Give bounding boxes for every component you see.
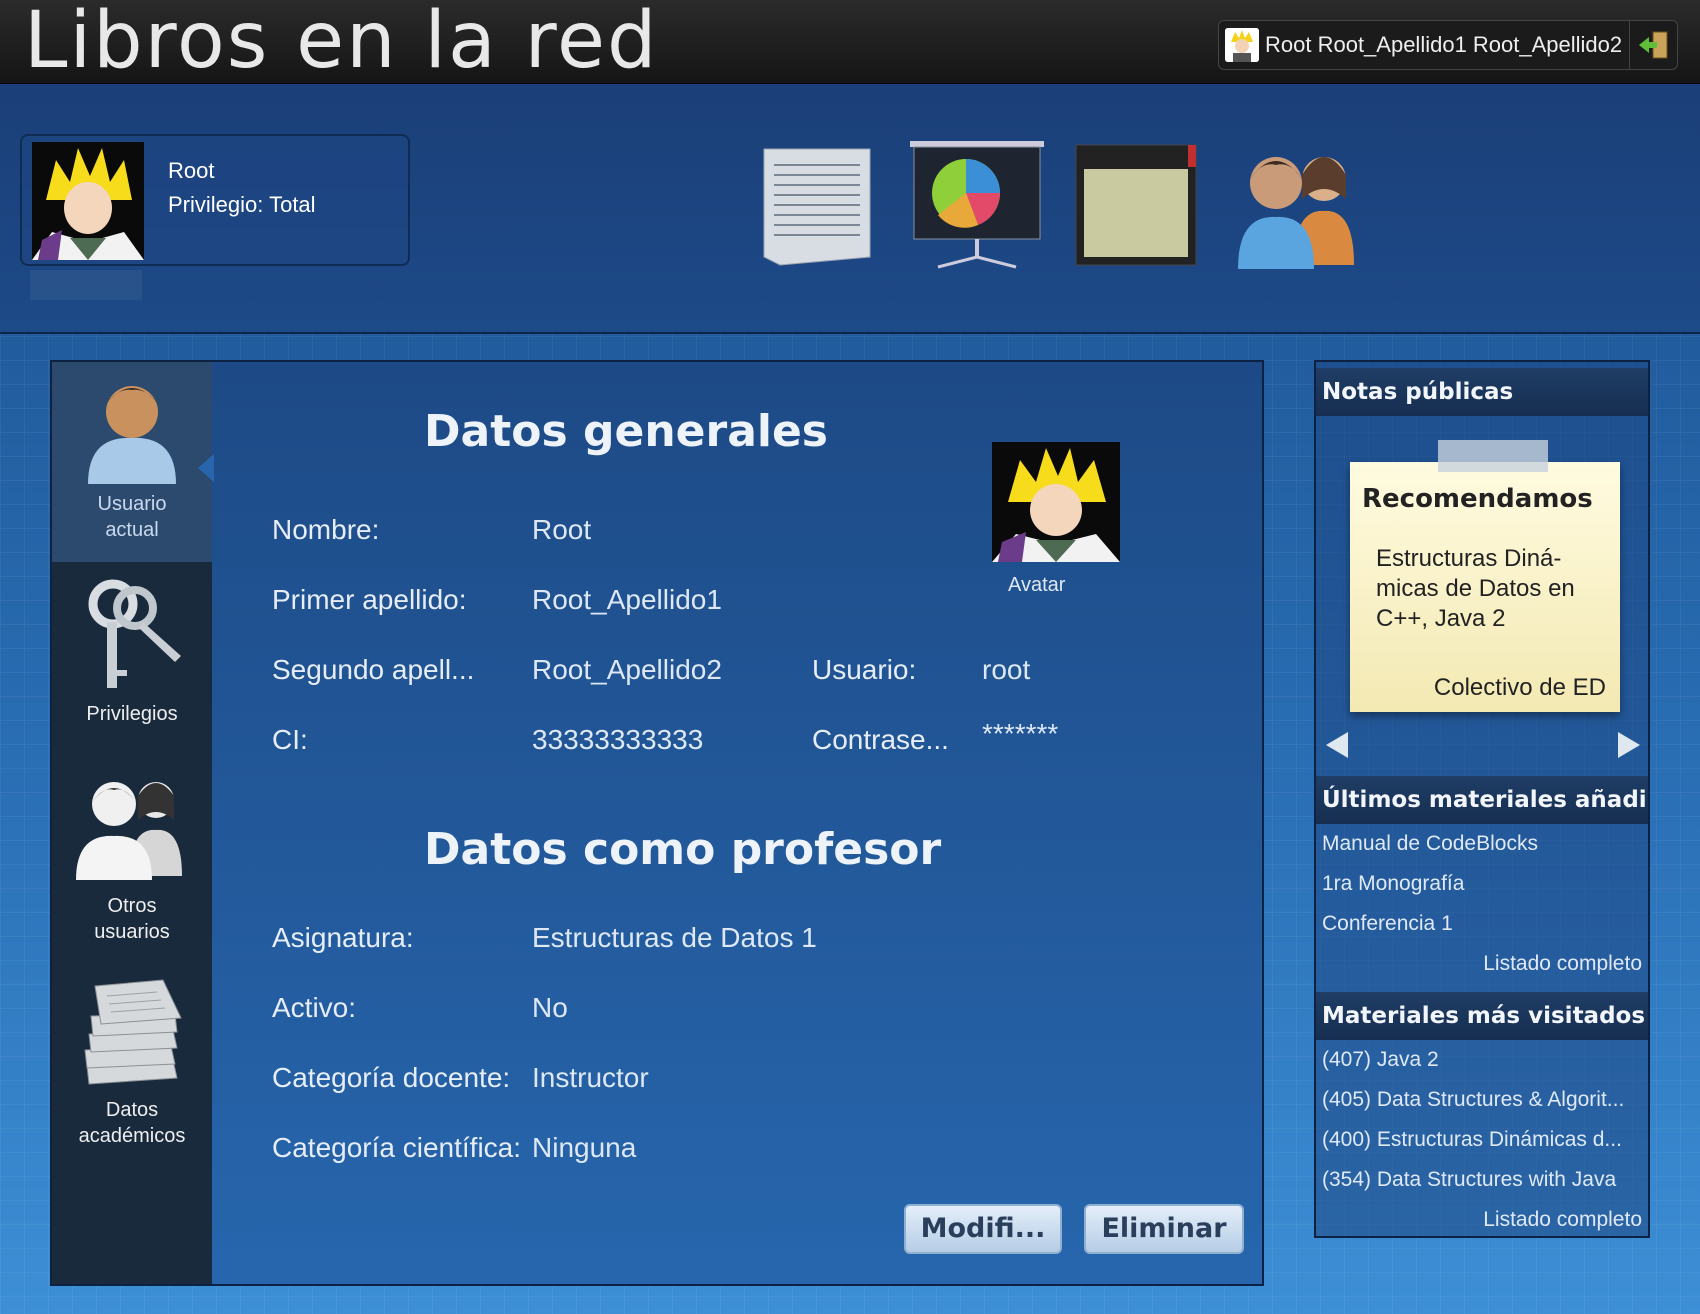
profile-name: Root — [168, 158, 215, 183]
usuario-value: root — [982, 654, 1031, 685]
apellido2-value: Root_Apellido2 — [532, 654, 722, 685]
cat-docente-value: Instructor — [532, 1062, 649, 1093]
keys-icon — [88, 579, 181, 688]
user-avatar-mini — [1225, 28, 1259, 62]
nav-documents[interactable] — [760, 139, 890, 269]
user-full-name: Root Root_Apellido1 Root_Apellido2 — [1265, 32, 1623, 57]
note-body: Estructuras Diná-micas de Datos en C++, … — [1376, 545, 1575, 632]
usuario-label: Usuario: — [812, 654, 917, 685]
delete-button[interactable]: Eliminar — [1084, 1204, 1244, 1254]
profile-avatar — [32, 142, 144, 260]
profile-card: Root Privilegio: Total — [20, 134, 410, 266]
sidebar-item-usuario-actual[interactable]: Usuario actual — [52, 362, 212, 562]
cat-cientifica-label: Categoría científica: — [272, 1132, 522, 1163]
visited-item[interactable]: (407) Java 2 — [1322, 1048, 1439, 1072]
papers-icon — [84, 979, 182, 1085]
top-bar: Libros en la red Root Root_Apellido1 Roo… — [0, 0, 1700, 86]
sidebar-item-otros-usuarios[interactable]: Otros usuarios — [52, 770, 212, 943]
document-icon — [763, 148, 871, 266]
sidebar-item-datos-academicos[interactable]: Datos académicos — [52, 976, 212, 1147]
arrow-left-icon — [1326, 732, 1348, 758]
avatar-image — [992, 442, 1120, 562]
main-panel: Usuario actual Privilegios Otros usuario… — [50, 360, 1264, 1286]
latest-item[interactable]: Conferencia 1 — [1322, 912, 1453, 936]
user-details: Datos generales Nombre: Root Primer apel… — [212, 362, 1262, 1284]
notes-heading: Notas públicas — [1316, 368, 1648, 416]
avatar-reflection — [30, 270, 142, 300]
notebook-icon — [1075, 144, 1197, 266]
users-icon — [1238, 157, 1354, 269]
visited-item[interactable]: (400) Estructuras Dinámicas d... — [1322, 1128, 1622, 1152]
nombre-value: Root — [532, 514, 592, 545]
sidebar-item-label: Otros usuarios — [94, 895, 170, 943]
apellido2-label: Segundo apell... — [272, 654, 475, 685]
current-user-box[interactable]: Root Root_Apellido1 Root_Apellido2 — [1218, 20, 1678, 70]
right-sidebar: Notas públicas Recomendamos Estructuras … — [1314, 360, 1650, 1238]
activo-label: Activo: — [272, 992, 357, 1023]
avatar-label: Avatar — [1008, 574, 1066, 596]
modify-button[interactable]: Modifi... — [904, 1204, 1062, 1254]
nav-users[interactable] — [1230, 139, 1366, 269]
password-label: Contrase... — [812, 724, 949, 755]
apellido1-value: Root_Apellido1 — [532, 584, 722, 615]
note-title: Recomendamos — [1362, 484, 1593, 514]
latest-heading: Últimos materiales añadi... — [1316, 776, 1648, 824]
public-note: Recomendamos Estructuras Diná-micas de D… — [1350, 440, 1620, 712]
latest-item[interactable]: 1ra Monografía — [1322, 872, 1464, 896]
password-value: ******* — [982, 718, 1059, 749]
activo-value: No — [532, 992, 568, 1023]
presentation-chart-icon — [910, 141, 1044, 269]
app-title: Libros en la red — [24, 0, 659, 86]
note-next-button[interactable] — [1614, 730, 1644, 760]
nombre-label: Nombre: — [272, 514, 380, 545]
section-heading-general: Datos generales — [424, 406, 828, 457]
ci-label: CI: — [272, 724, 308, 755]
logout-icon — [1638, 31, 1667, 59]
header-area: Root Privilegio: Total — [0, 84, 1700, 334]
cat-docente-label: Categoría docente: — [272, 1062, 511, 1093]
profile-privilege: Privilegio: Total — [168, 192, 316, 217]
logout-button[interactable] — [1629, 21, 1677, 69]
note-prev-button[interactable] — [1322, 730, 1352, 760]
asignatura-label: Asignatura: — [272, 922, 414, 953]
visited-full-list-link[interactable]: Listado completo — [1483, 1208, 1642, 1232]
visited-item[interactable]: (354) Data Structures with Java — [1322, 1168, 1616, 1192]
sidebar-item-label: Privilegios — [86, 703, 178, 725]
ci-value: 33333333333 — [532, 724, 704, 755]
cat-cientifica-value: Ninguna — [532, 1132, 637, 1163]
arrow-right-icon — [1618, 732, 1640, 758]
sidebar-item-label: Usuario actual — [97, 493, 167, 541]
sidebar: Usuario actual Privilegios Otros usuario… — [52, 362, 214, 1284]
latest-item[interactable]: Manual de CodeBlocks — [1322, 832, 1538, 856]
section-heading-profesor: Datos como profesor — [424, 824, 942, 875]
apellido1-label: Primer apellido: — [272, 584, 467, 615]
asignatura-value: Estructuras de Datos 1 — [532, 922, 817, 953]
user-icon — [88, 386, 176, 484]
visited-heading: Materiales más visitados — [1316, 992, 1648, 1040]
visited-item[interactable]: (405) Data Structures & Algorit... — [1322, 1088, 1624, 1112]
nav-notes[interactable] — [1074, 139, 1204, 269]
note-author: Colectivo de ED — [1433, 674, 1606, 701]
latest-full-list-link[interactable]: Listado completo — [1483, 952, 1642, 976]
sidebar-item-privilegios[interactable]: Privilegios — [52, 574, 212, 734]
nav-presentations[interactable] — [908, 139, 1048, 269]
sidebar-item-label: Datos académicos — [78, 1099, 186, 1147]
note-tape — [1438, 440, 1548, 472]
users-icon — [76, 782, 182, 880]
